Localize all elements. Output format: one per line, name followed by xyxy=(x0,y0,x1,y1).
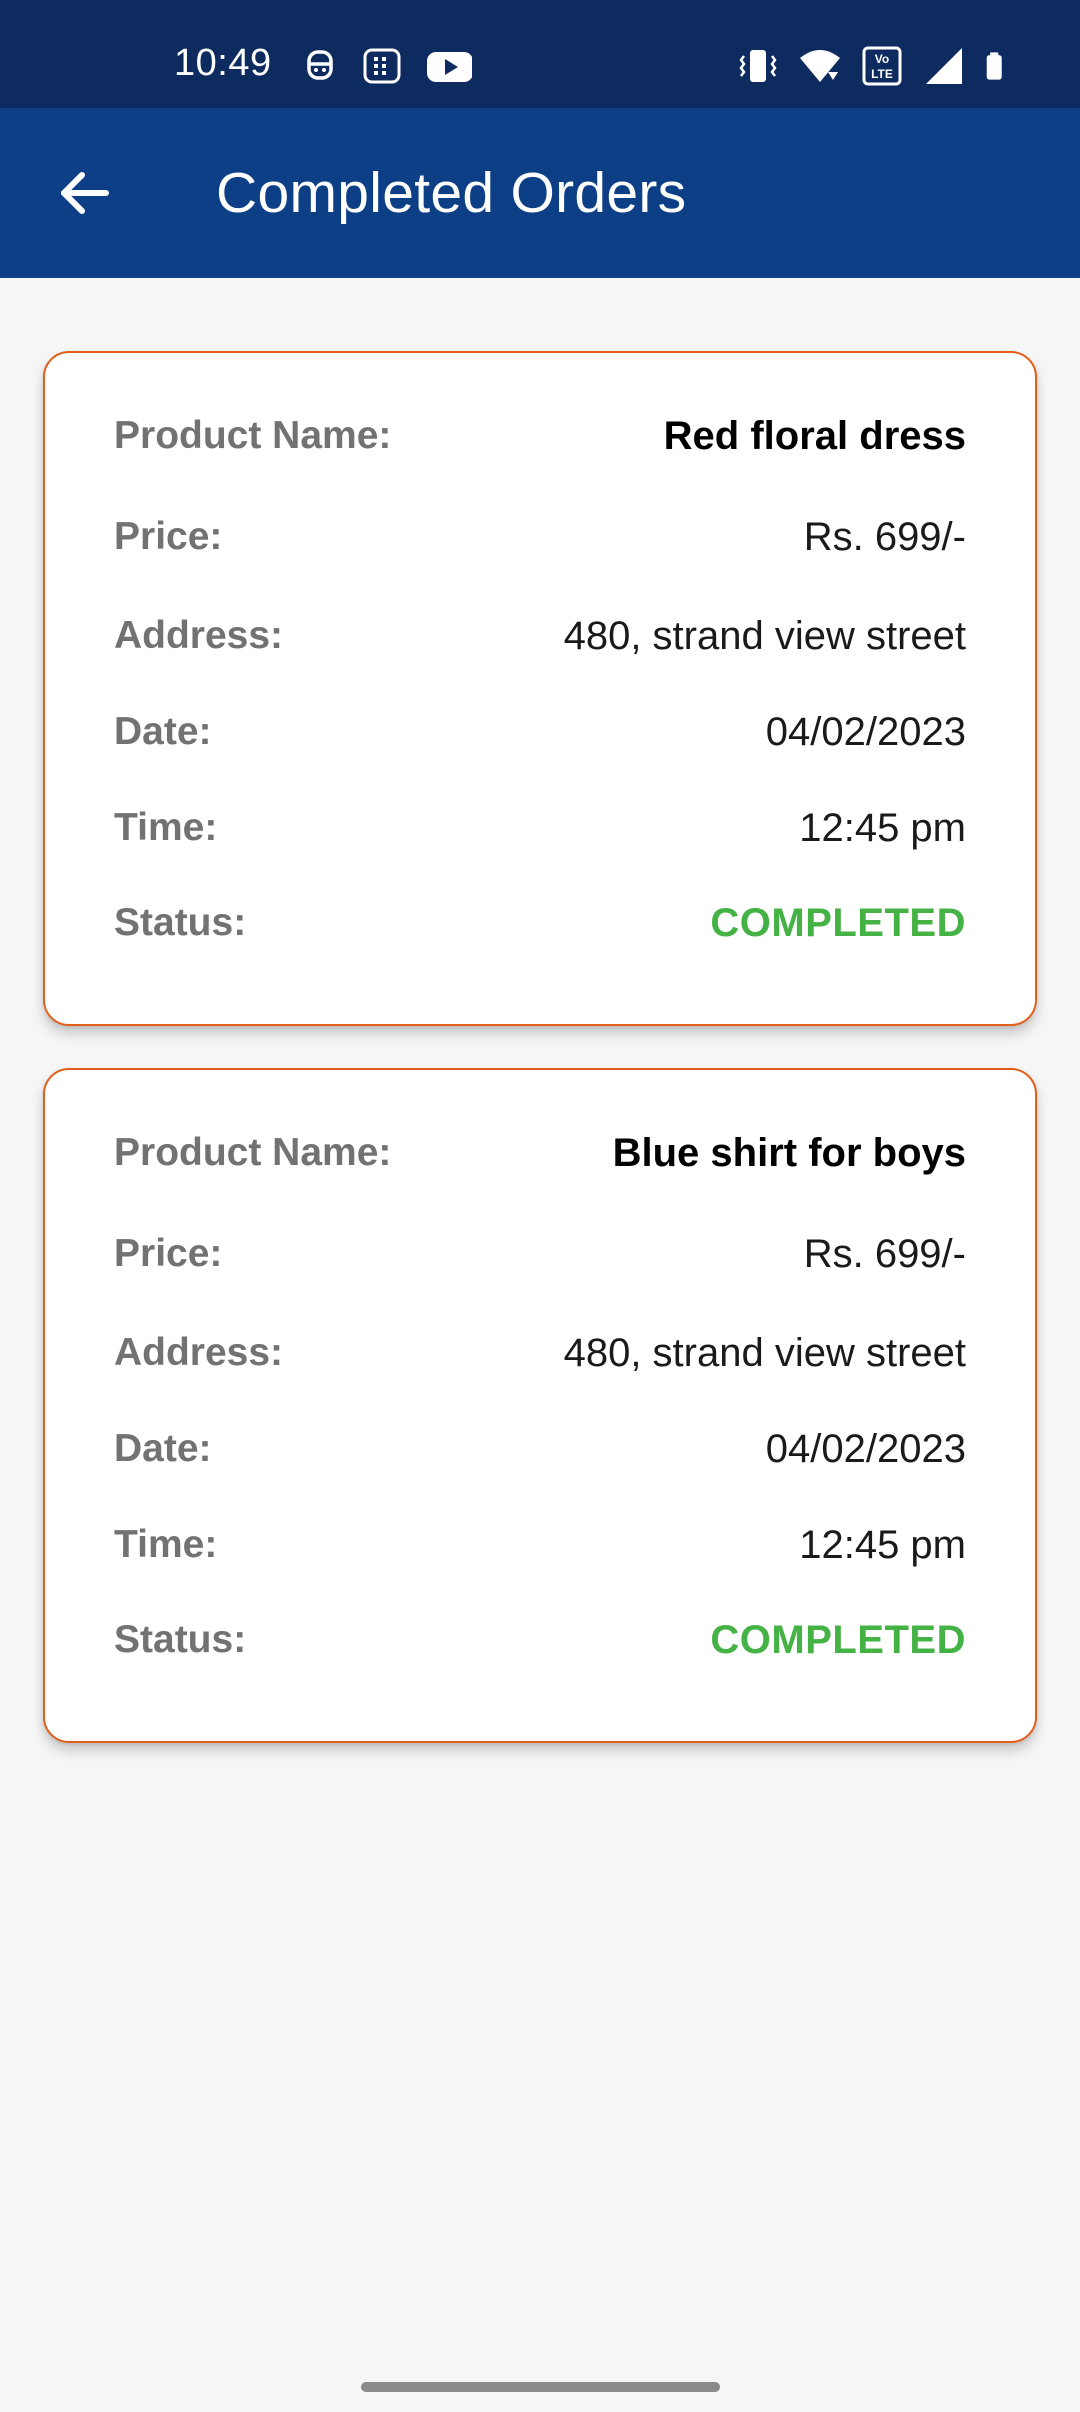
gesture-nav-handle[interactable] xyxy=(361,2382,720,2392)
date-label: Date: xyxy=(114,710,212,753)
product-name-label: Product Name: xyxy=(114,414,392,457)
address-row: Address: 480, strand view street xyxy=(114,1323,966,1383)
date-value: 04/02/2023 xyxy=(765,709,966,754)
battery-icon xyxy=(986,52,1002,80)
svg-text:Vo: Vo xyxy=(875,52,889,66)
address-value: 480, strand view street xyxy=(563,613,966,658)
svg-text:LTE: LTE xyxy=(871,67,893,81)
back-button[interactable] xyxy=(44,153,124,233)
time-label: Time: xyxy=(114,806,218,849)
vibrate-icon xyxy=(739,50,777,82)
status-badge: COMPLETED xyxy=(710,1617,966,1662)
status-right-icons: Vo LTE xyxy=(736,44,1014,88)
time-value: 12:45 pm xyxy=(799,805,966,850)
product-name-label: Product Name: xyxy=(114,1131,392,1174)
volte-icon: Vo LTE xyxy=(862,46,902,86)
date-value: 04/02/2023 xyxy=(765,1426,966,1471)
cell-signal-icon xyxy=(926,48,962,84)
address-row: Address: 480, strand view street xyxy=(114,606,966,666)
order-card[interactable]: Product Name: Red floral dress Price: Rs… xyxy=(43,351,1037,1026)
product-name-row: Product Name: Red floral dress xyxy=(114,406,966,466)
product-name-row: Product Name: Blue shirt for boys xyxy=(114,1123,966,1183)
price-row: Price: Rs. 699/- xyxy=(114,507,966,567)
status-label: Status: xyxy=(114,901,247,944)
date-row: Date: 04/02/2023 xyxy=(114,1419,966,1479)
product-name-value: Blue shirt for boys xyxy=(612,1130,966,1175)
robot-face-icon xyxy=(307,50,333,80)
wifi-icon xyxy=(800,50,840,82)
price-label: Price: xyxy=(114,1232,223,1275)
address-label: Address: xyxy=(114,1331,284,1374)
page-title: Completed Orders xyxy=(216,161,687,225)
time-row: Time: 12:45 pm xyxy=(114,798,966,858)
status-row: Status: COMPLETED xyxy=(114,1610,966,1670)
date-row: Date: 04/02/2023 xyxy=(114,702,966,762)
address-label: Address: xyxy=(114,614,284,657)
price-value: Rs. 699/- xyxy=(803,514,966,559)
app-bar: Completed Orders xyxy=(0,108,1080,278)
date-label: Date: xyxy=(114,1427,212,1470)
product-name-value: Red floral dress xyxy=(663,413,966,458)
price-label: Price: xyxy=(114,515,223,558)
order-card[interactable]: Product Name: Blue shirt for boys Price:… xyxy=(43,1068,1037,1743)
status-badge: COMPLETED xyxy=(710,900,966,945)
chat-grid-icon xyxy=(363,48,401,84)
time-row: Time: 12:45 pm xyxy=(114,1515,966,1575)
status-label: Status: xyxy=(114,1618,247,1661)
status-left-icons xyxy=(298,44,472,88)
price-row: Price: Rs. 699/- xyxy=(114,1224,966,1284)
youtube-icon xyxy=(427,52,472,82)
status-row: Status: COMPLETED xyxy=(114,893,966,953)
time-value: 12:45 pm xyxy=(799,1522,966,1567)
price-value: Rs. 699/- xyxy=(803,1231,966,1276)
status-time: 10:49 xyxy=(174,42,272,84)
address-value: 480, strand view street xyxy=(563,1330,966,1375)
time-label: Time: xyxy=(114,1523,218,1566)
arrow-back-icon xyxy=(61,172,109,214)
status-bar: 10:49 Vo LTE xyxy=(0,0,1080,108)
